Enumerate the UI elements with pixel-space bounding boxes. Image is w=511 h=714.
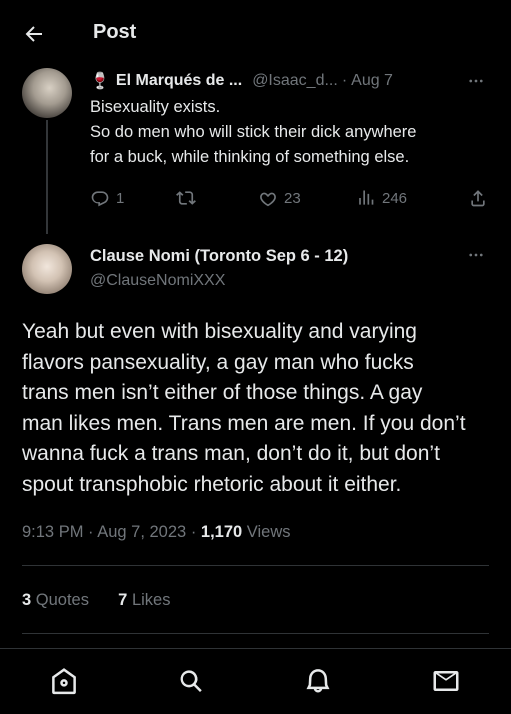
post-text-line: spout transphobic rhetoric about it eith… (22, 472, 402, 496)
bar-chart-icon (359, 190, 374, 205)
bottom-navigation (0, 648, 511, 714)
post-text-line: trans men isn’t either of those things. … (22, 381, 423, 404)
author-handle[interactable]: @Isaac_d... (252, 72, 338, 90)
retweet-button[interactable] (176, 188, 202, 208)
post-text-line: wanna fuck a trans man, don’t do it, but… (22, 442, 440, 465)
post-text: Yeah but even with bisexuality and varyi… (22, 317, 502, 500)
chat-bubble-icon (91, 191, 109, 207)
avatar[interactable] (22, 244, 72, 294)
separator-dot: · (190, 523, 201, 541)
more-horizontal-icon (469, 79, 483, 83)
tab-notifications[interactable] (302, 665, 334, 697)
thread-line (46, 120, 48, 234)
quotes-count: 3 (22, 591, 32, 609)
avatar[interactable] (22, 68, 72, 118)
tab-messages[interactable] (430, 665, 462, 697)
tab-search[interactable] (175, 665, 207, 697)
post-text-line: for a buck, while thinking of something … (90, 148, 410, 166)
likes-link[interactable]: 7 Likes (118, 591, 170, 609)
back-button[interactable] (20, 20, 48, 48)
post-date[interactable]: Aug 7, 2023 (97, 523, 186, 541)
page-title: Post (93, 21, 137, 43)
views-button[interactable]: 246 (356, 188, 407, 208)
reply-button[interactable]: 1 (90, 188, 124, 208)
home-icon (52, 668, 76, 695)
wine-glass-icon: 🍷 (90, 73, 110, 90)
quotes-link[interactable]: 3 Quotes (22, 591, 94, 609)
heart-icon (260, 192, 276, 207)
post-date[interactable]: Aug 7 (351, 72, 393, 90)
share-button[interactable] (468, 188, 488, 208)
likes-count: 7 (118, 591, 128, 609)
views-count: 246 (382, 189, 408, 207)
post-text-line: Bisexuality exists. (90, 98, 221, 116)
post-text: Bisexuality exists. So do men who will s… (90, 95, 500, 170)
separator-dot: · (88, 523, 98, 541)
bell-icon (306, 669, 330, 693)
more-options-button[interactable] (467, 72, 485, 95)
post-text-line: Yeah but even with bisexuality and varyi… (22, 320, 417, 343)
search-icon (180, 670, 202, 692)
author-name[interactable]: El Marqués de ... (116, 72, 242, 90)
like-count: 23 (284, 189, 301, 207)
author-handle[interactable]: @ClauseNomiXXX (90, 272, 225, 290)
author-name[interactable]: Clause Nomi (Toronto Sep 6 - 12) (90, 247, 348, 266)
likes-label: Likes (131, 591, 171, 609)
post-header: 🍷 El Marqués de ... @Isaac_d... · Aug 7 (90, 70, 490, 92)
envelope-icon (433, 671, 459, 691)
more-horizontal-icon (469, 253, 483, 257)
top-bar: Post (0, 0, 511, 64)
post-text-line: So do men who will stick their dick anyw… (90, 123, 417, 141)
like-button[interactable]: 23 (258, 188, 301, 208)
more-options-button[interactable] (467, 246, 485, 269)
engagement-stats: 3 Quotes 7 Likes (22, 591, 170, 610)
post-time[interactable]: 9:13 PM (22, 523, 83, 541)
retweet-icon (176, 191, 196, 205)
quotes-label: Quotes (35, 591, 89, 609)
tab-home[interactable] (48, 665, 80, 697)
arrow-left-icon (25, 26, 42, 42)
post-text-line: flavors pansexuality, a gay man who fuck… (22, 350, 414, 374)
action-bar: 1 23 246 (90, 188, 500, 212)
post-text-line: man likes men. Trans men are men. If you… (22, 411, 466, 435)
share-icon (471, 190, 485, 207)
views-count: 1,170 (200, 523, 243, 541)
divider (22, 633, 489, 634)
views-label: Views (246, 523, 291, 541)
post-metadata: 9:13 PM · Aug 7, 2023 · 1,170 Views (22, 523, 291, 542)
divider (22, 565, 489, 566)
reply-count: 1 (116, 189, 125, 207)
separator-dot: · (341, 72, 348, 89)
